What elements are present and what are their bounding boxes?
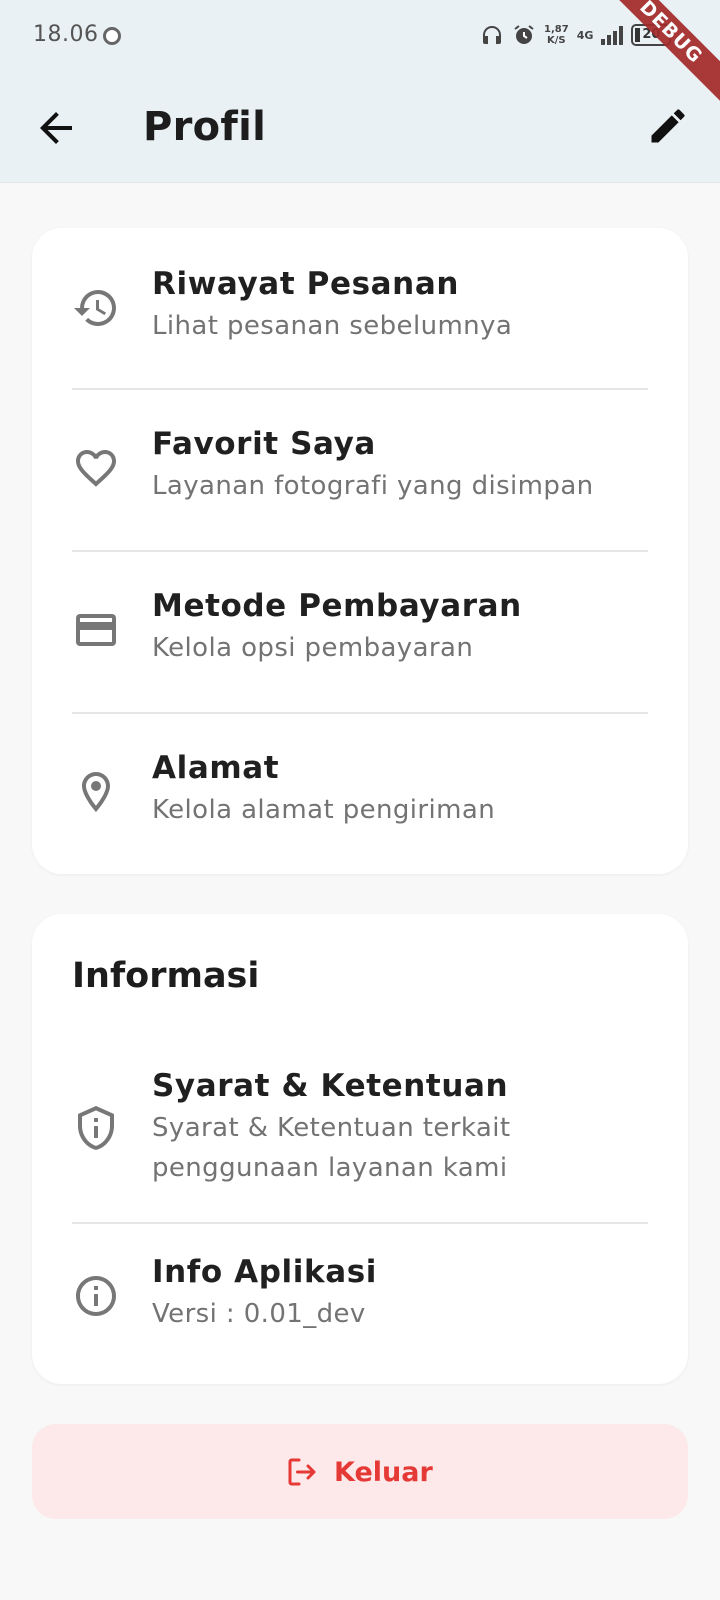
shield-info-icon — [78, 1106, 114, 1150]
menu-item-subtitle: Kelola alamat pengiriman — [152, 795, 496, 825]
menu-item-app-info[interactable]: Info Aplikasi Versi : 0.01_dev — [32, 1224, 688, 1384]
status-time: 18.06 — [33, 22, 99, 47]
speed-unit: K/S — [547, 35, 566, 46]
logout-content: Keluar — [284, 1450, 433, 1494]
alarm-icon — [514, 25, 534, 44]
location-pin-icon — [82, 772, 110, 812]
menu-item-terms[interactable]: Syarat & Ketentuan Syarat & Ketentuan te… — [32, 1040, 688, 1236]
arrow-back-icon — [40, 112, 72, 144]
debug-banner: DEBUG — [600, 0, 720, 103]
menu-item-title: Metode Pembayaran — [152, 588, 522, 624]
credit-card-icon — [76, 614, 116, 646]
signal-icon — [601, 25, 624, 45]
network-speed: 1,87 K/S — [544, 24, 569, 46]
headphones-icon — [483, 26, 501, 44]
menu-item-title: Riwayat Pesanan — [152, 266, 460, 302]
menu-item-title: Alamat — [152, 750, 280, 786]
menu-item-subtitle: Versi : 0.01_dev — [152, 1299, 366, 1329]
account-menu-card: Riwayat Pesanan Lihat pesanan sebelumnya… — [32, 228, 688, 874]
menu-item-payment-methods[interactable]: Metode Pembayaran Kelola opsi pembayaran — [32, 552, 688, 712]
menu-item-favorites[interactable]: Favorit Saya Layanan fotografi yang disi… — [32, 390, 688, 550]
menu-item-title: Info Aplikasi — [152, 1254, 378, 1290]
menu-item-subtitle: Lihat pesanan sebelumnya — [152, 311, 513, 341]
logout-label: Keluar — [334, 1456, 433, 1488]
menu-item-address[interactable]: Alamat Kelola alamat pengiriman — [32, 714, 688, 874]
logout-button[interactable]: Keluar — [32, 1424, 688, 1519]
menu-item-order-history[interactable]: Riwayat Pesanan Lihat pesanan sebelumnya — [32, 228, 688, 388]
menu-item-title: Favorit Saya — [152, 426, 376, 462]
speed-value: 1,87 — [544, 24, 569, 35]
menu-item-subtitle: Layanan fotografi yang disimpan — [152, 471, 594, 501]
menu-item-title: Syarat & Ketentuan — [152, 1068, 509, 1104]
page-title: Profil — [143, 104, 267, 150]
network-type: 4G — [576, 28, 594, 42]
info-icon — [76, 1276, 116, 1316]
heart-icon — [76, 450, 116, 487]
information-card: Informasi Syarat & Ketentuan Syarat & Ke… — [32, 914, 688, 1384]
history-icon — [74, 290, 116, 326]
app-header: 18.06 1,87 K/S 4G 20 DEBUG Profil — [0, 0, 720, 183]
status-bar: 18.06 1,87 K/S 4G 20 DEBUG — [0, 0, 720, 103]
logout-icon — [288, 1458, 316, 1486]
menu-item-subtitle: Syarat & Ketentuan terkait penggunaan la… — [152, 1113, 511, 1183]
status-icons: 1,87 K/S 4G 20 — [480, 20, 672, 50]
app-bar: Profil — [0, 90, 720, 168]
edit-profile-button[interactable] — [646, 104, 694, 152]
notification-dot-icon — [103, 27, 121, 45]
section-title: Informasi — [72, 956, 260, 996]
pencil-icon — [651, 109, 685, 143]
menu-item-subtitle: Kelola opsi pembayaran — [152, 633, 474, 663]
back-button[interactable] — [32, 104, 80, 152]
